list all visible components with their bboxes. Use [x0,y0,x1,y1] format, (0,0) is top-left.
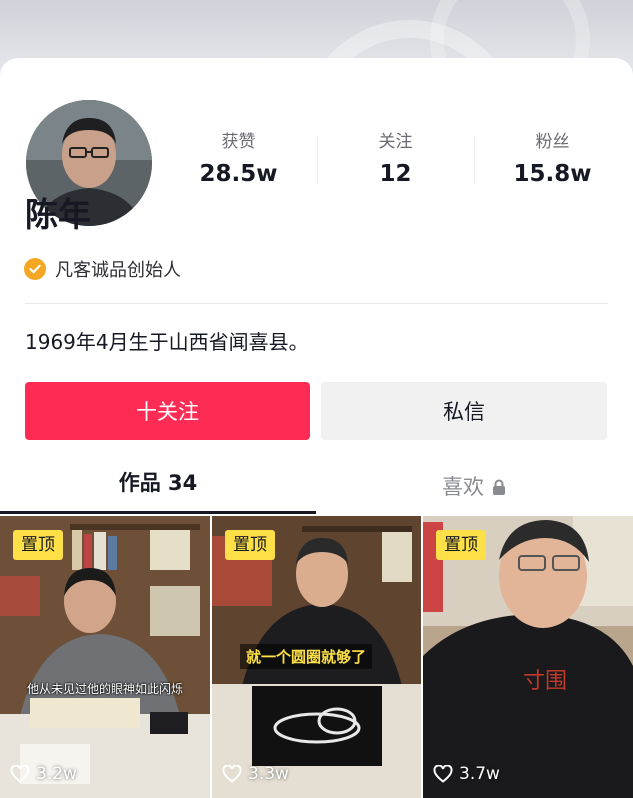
video-grid: 置顶 他从未见过他的眼神如此闪烁 3.2w 置顶 就一个圆圈就够了 3.3w 寸… [0,516,633,798]
divider [25,303,608,304]
follow-button[interactable]: 十关注 [25,382,310,440]
tab-likes-label: 喜欢 [442,475,484,499]
stat-likes-label: 获赞 [221,132,256,152]
svg-text:寸围: 寸围 [523,669,567,694]
stat-followers-value: 15.8w [513,161,592,187]
video-caption: 他从未见过他的眼神如此闪烁 [26,682,183,696]
message-button[interactable]: 私信 [321,382,607,440]
heart-icon [10,765,30,783]
tab-works[interactable]: 作品 34 [0,460,316,514]
stat-likes-value: 28.5w [199,161,278,187]
video-thumbnail[interactable]: 置顶 他从未见过他的眼神如此闪烁 3.2w [0,516,210,798]
lock-icon [492,479,506,496]
profile-stats: 获赞 28.5w 关注 12 粉丝 15.8w [160,130,633,190]
video-likes: 3.7w [433,764,500,784]
video-likes-count: 3.2w [36,764,77,784]
video-thumbnail[interactable]: 寸围 置顶 3.7w [423,516,633,798]
video-thumbnail[interactable]: 置顶 就一个圆圈就够了 3.3w [212,516,421,798]
pinned-badge: 置顶 [225,530,275,560]
video-caption: 就一个圆圈就够了 [240,644,373,669]
stat-following[interactable]: 关注 12 [317,130,474,190]
video-likes-count: 3.7w [459,764,500,784]
tab-likes[interactable]: 喜欢 [316,460,632,514]
tab-works-label: 作品 34 [118,471,198,495]
stat-following-value: 12 [379,161,412,187]
verified-check-icon [24,258,46,280]
video-likes-count: 3.3w [248,764,289,784]
pinned-badge: 置顶 [13,530,63,560]
stat-followers-label: 粉丝 [535,132,570,152]
video-likes: 3.2w [10,764,77,784]
profile-bio: 1969年4月生于山西省闻喜县。 [25,330,309,354]
heart-icon [433,765,453,783]
pinned-badge: 置顶 [436,530,486,560]
verification-badge: 凡客诚品创始人 [24,256,181,282]
video-likes: 3.3w [222,764,289,784]
verification-text: 凡客诚品创始人 [55,260,181,281]
heart-icon [222,765,242,783]
stat-likes[interactable]: 获赞 28.5w [160,130,317,190]
profile-tabs: 作品 34 喜欢 [0,460,633,514]
stat-following-label: 关注 [378,132,413,152]
stat-followers[interactable]: 粉丝 15.8w [474,130,631,190]
profile-name: 陈年 [25,195,91,234]
